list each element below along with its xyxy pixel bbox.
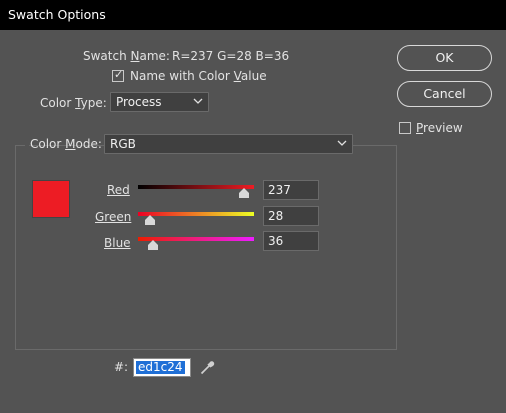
blue-value-field[interactable]: 36 [263,231,319,251]
eyedropper-icon[interactable] [199,358,217,376]
swatch-options-dialog: Swatch Name: R=237 G=28 B=36 ✓ Name with… [0,30,506,413]
window-title: Swatch Options [8,7,106,22]
red-label: Red [107,183,130,197]
color-type-value: Process [116,95,162,109]
hex-label: #: [114,360,129,374]
name-with-color-value-checkbox[interactable]: ✓ [112,68,124,82]
hex-value: ed1c24 [136,360,185,374]
cancel-button[interactable]: Cancel [397,81,492,107]
green-value-field[interactable]: 28 [263,206,319,226]
color-type-label: Color Type: [40,96,107,110]
swatch-name-value: R=237 G=28 B=36 [172,49,290,63]
chevron-down-icon [193,98,203,104]
green-label: Green [95,210,132,224]
blue-value: 36 [268,234,284,248]
chevron-down-icon [337,140,347,146]
red-slider-thumb[interactable] [239,188,249,198]
green-slider-track[interactable] [138,212,254,216]
color-swatch-preview [32,180,70,218]
title-bar: Swatch Options [0,0,506,30]
blue-slider-thumb[interactable] [148,240,158,250]
color-mode-select[interactable]: RGB [104,134,353,154]
swatch-name-label: Swatch Name: [83,49,170,63]
checkmark-icon: ✓ [114,68,124,81]
red-value-field[interactable]: 237 [263,180,319,200]
red-slider-track[interactable] [138,185,254,189]
color-mode-value: RGB [110,137,136,151]
name-with-color-value-label: Name with Color Value [130,69,267,83]
blue-label: Blue [104,236,131,250]
red-value: 237 [268,183,291,197]
color-mode-legend: Color Mode: [25,134,102,156]
green-slider-thumb[interactable] [145,215,155,225]
green-value: 28 [268,209,284,223]
color-mode-group [15,145,397,350]
ok-button[interactable]: OK [397,45,492,71]
color-mode-label: Color Mode: [30,137,102,151]
color-type-select[interactable]: Process [110,92,209,112]
hex-value-field[interactable]: ed1c24 [133,358,191,377]
preview-checkbox[interactable] [399,122,411,134]
preview-label: Preview [416,121,463,135]
